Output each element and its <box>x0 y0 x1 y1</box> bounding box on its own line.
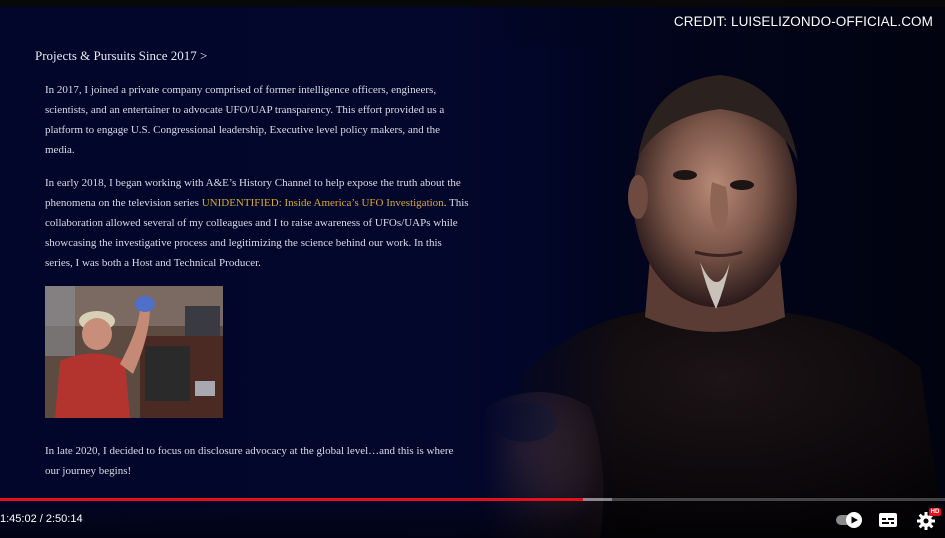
video-frame[interactable]: CREDIT: LUISELIZONDO-OFFICIAL.COM Projec… <box>0 7 945 538</box>
paragraph-3: In late 2020, I decided to focus on disc… <box>45 445 454 477</box>
hd-badge: HD <box>929 508 941 516</box>
portrait-image <box>480 47 945 538</box>
subtitles-icon[interactable] <box>878 512 898 528</box>
series-link: UNIDENTIFIED: Inside America’s UFO Inves… <box>201 197 444 209</box>
paragraph-1: In 2017, I joined a private company comp… <box>45 84 445 156</box>
inset-photo <box>45 286 223 418</box>
top-bar <box>0 0 945 7</box>
progress-bar[interactable] <box>0 498 945 501</box>
paragraph-2: In early 2018, I began working with A&E’… <box>45 173 470 273</box>
credit-text: CREDIT: LUISELIZONDO-OFFICIAL.COM <box>673 14 933 29</box>
time-display: 1:45:02 / 2:50:14 <box>0 513 83 525</box>
progress-played <box>0 498 583 501</box>
section-heading: Projects & Pursuits Since 2017 > <box>35 48 208 63</box>
autoplay-toggle-icon[interactable] <box>835 511 863 529</box>
